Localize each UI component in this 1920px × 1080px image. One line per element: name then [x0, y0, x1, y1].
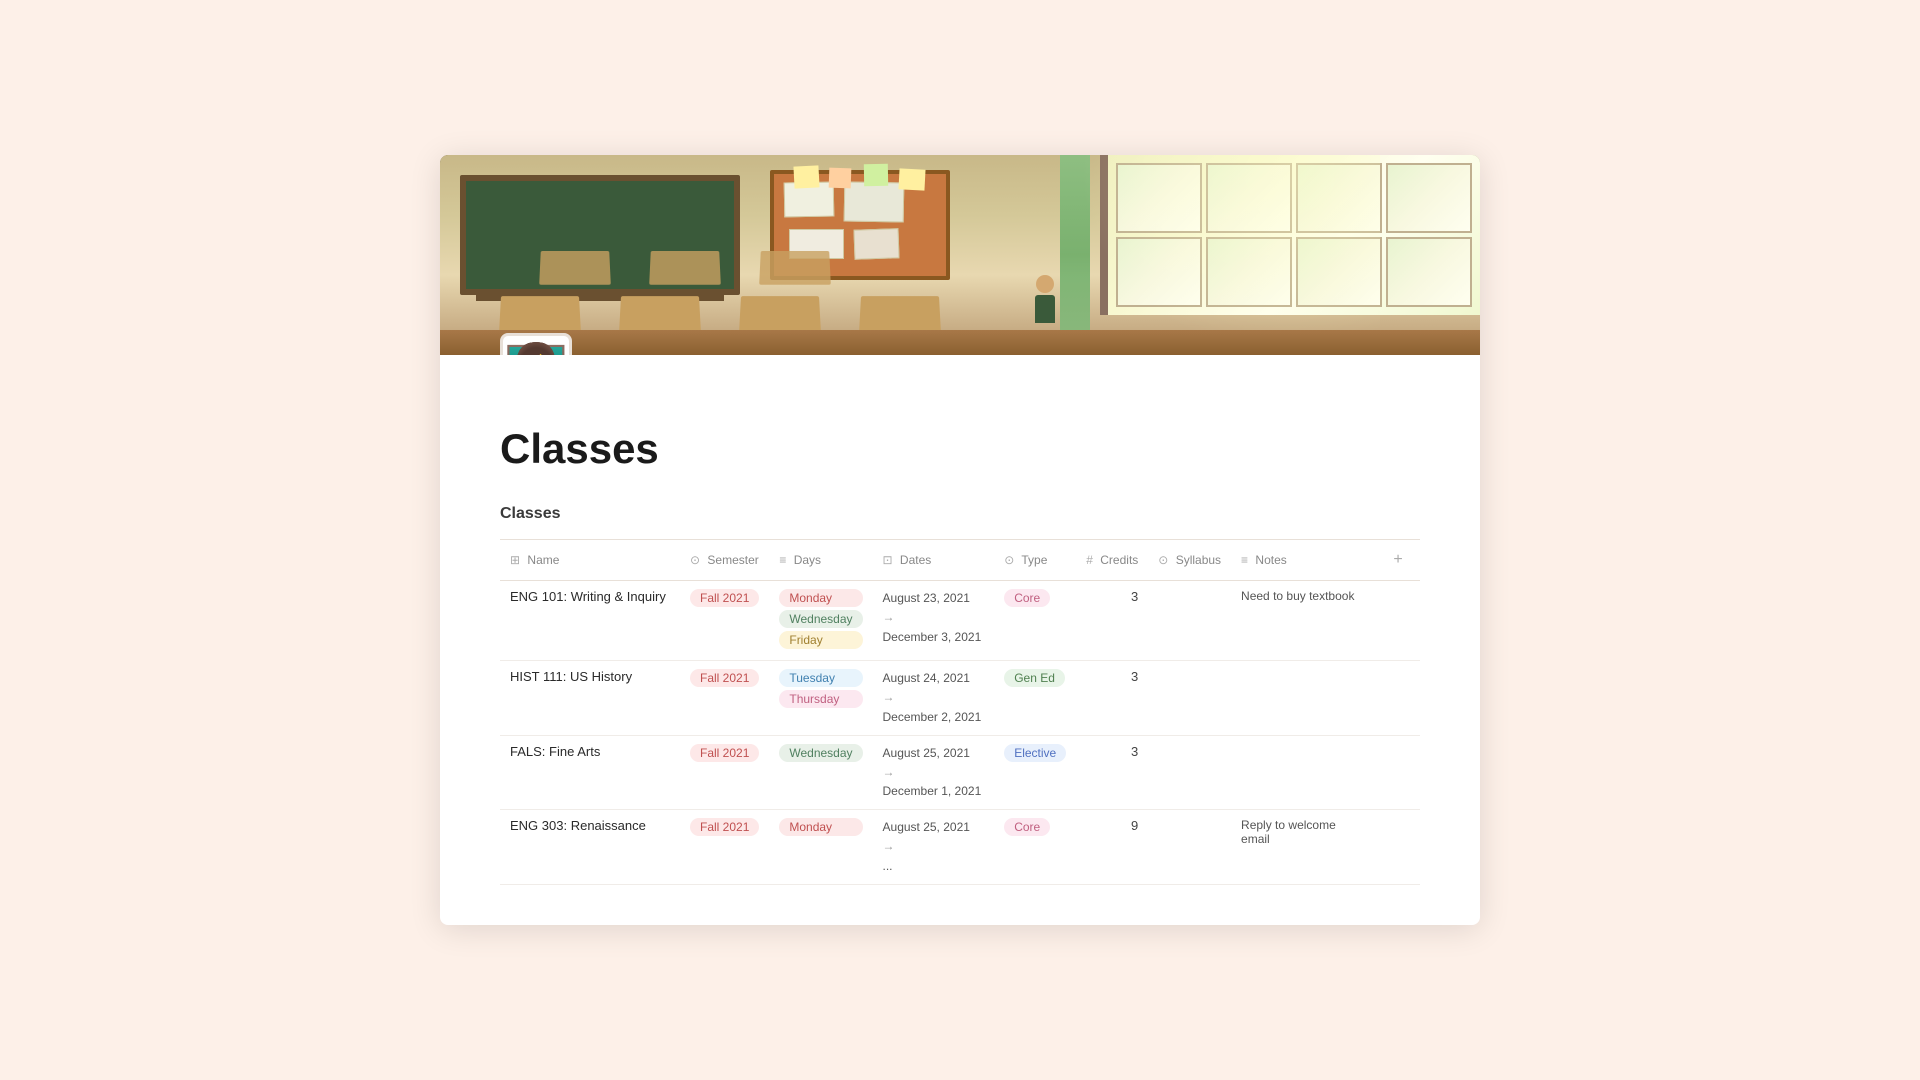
cell-notes: Reply to welcome email — [1231, 810, 1376, 885]
page-title: Classes — [500, 425, 1420, 473]
col-header-type[interactable]: ⊙ Type — [994, 540, 1076, 581]
section-title: Classes — [500, 505, 1420, 523]
desk-decoration — [649, 251, 721, 285]
table-row[interactable]: ENG 101: Writing & InquiryFall 2021Monda… — [500, 581, 1420, 661]
col-add-button-cell: + — [1376, 540, 1420, 581]
type-col-icon: ⊙ — [1004, 553, 1014, 567]
cell-semester: Fall 2021 — [680, 735, 769, 810]
table-row[interactable]: FALS: Fine ArtsFall 2021WednesdayAugust … — [500, 735, 1420, 810]
cell-semester: Fall 2021 — [680, 581, 769, 661]
cell-semester: Fall 2021 — [680, 661, 769, 736]
cell-dates: August 23, 2021 →December 3, 2021 — [873, 581, 995, 661]
col-header-semester[interactable]: ⊙ Semester — [680, 540, 769, 581]
cell-days: Wednesday — [769, 735, 872, 810]
cell-name: ENG 101: Writing & Inquiry — [500, 581, 680, 661]
classes-table: ⊞ Name ⊙ Semester ≡ Days ⊡ — [500, 539, 1420, 885]
cell-syllabus — [1148, 735, 1231, 810]
cell-dates: August 25, 2021 →December 1, 2021 — [873, 735, 995, 810]
col-header-dates[interactable]: ⊡ Dates — [873, 540, 995, 581]
col-header-days[interactable]: ≡ Days — [769, 540, 872, 581]
table-header-row: ⊞ Name ⊙ Semester ≡ Days ⊡ — [500, 540, 1420, 581]
cell-dates: August 25, 2021 →... — [873, 810, 995, 885]
cell-credits: 3 — [1076, 735, 1148, 810]
credits-col-icon: # — [1086, 553, 1093, 567]
cell-notes — [1231, 661, 1376, 736]
col-header-name[interactable]: ⊞ Name — [500, 540, 680, 581]
cell-days: TuesdayThursday — [769, 661, 872, 736]
cell-credits: 3 — [1076, 661, 1148, 736]
cell-semester: Fall 2021 — [680, 810, 769, 885]
desk-decoration — [759, 251, 831, 285]
col-header-notes[interactable]: ≡ Notes — [1231, 540, 1376, 581]
cell-name: HIST 111: US History — [500, 661, 680, 736]
cell-type: Core — [994, 810, 1076, 885]
table-body: ENG 101: Writing & InquiryFall 2021Monda… — [500, 581, 1420, 885]
cell-name: ENG 303: Renaissance — [500, 810, 680, 885]
cell-type: Gen Ed — [994, 661, 1076, 736]
page-container: 👩‍🏫 Classes Classes ⊞ Name ⊙ Semester — [440, 155, 1480, 925]
classes-table-wrapper: ⊞ Name ⊙ Semester ≡ Days ⊡ — [500, 539, 1420, 885]
floor-decoration — [440, 330, 1480, 355]
cell-days: Monday — [769, 810, 872, 885]
table-row[interactable]: HIST 111: US HistoryFall 2021TuesdayThur… — [500, 661, 1420, 736]
page-emoji-icon[interactable]: 👩‍🏫 — [500, 333, 572, 355]
cell-days: MondayWednesdayFriday — [769, 581, 872, 661]
windows-decoration — [1100, 155, 1480, 315]
header-banner: 👩‍🏫 — [440, 155, 1480, 355]
cell-name: FALS: Fine Arts — [500, 735, 680, 810]
notes-col-icon: ≡ — [1241, 553, 1248, 567]
cell-type: Elective — [994, 735, 1076, 810]
cell-type: Core — [994, 581, 1076, 661]
desk-decoration — [539, 251, 611, 285]
col-header-credits[interactable]: # Credits — [1076, 540, 1148, 581]
student-figure — [1030, 275, 1060, 335]
cell-dates: August 24, 2021 →December 2, 2021 — [873, 661, 995, 736]
cell-syllabus — [1148, 810, 1231, 885]
cell-credits: 9 — [1076, 810, 1148, 885]
add-column-button[interactable]: + — [1386, 548, 1410, 572]
cell-credits: 3 — [1076, 581, 1148, 661]
cell-notes: Need to buy textbook — [1231, 581, 1376, 661]
cell-syllabus — [1148, 661, 1231, 736]
semester-col-icon: ⊙ — [690, 553, 700, 567]
content-area: Classes Classes ⊞ Name ⊙ Semester — [440, 355, 1480, 925]
name-col-icon: ⊞ — [510, 553, 520, 567]
col-header-syllabus[interactable]: ⊙ Syllabus — [1148, 540, 1231, 581]
days-col-icon: ≡ — [779, 553, 786, 567]
syllabus-col-icon: ⊙ — [1158, 553, 1168, 567]
cell-notes — [1231, 735, 1376, 810]
table-row[interactable]: ENG 303: RenaissanceFall 2021MondayAugus… — [500, 810, 1420, 885]
dates-col-icon: ⊡ — [883, 553, 893, 567]
curtain-decoration — [1060, 155, 1090, 355]
cell-syllabus — [1148, 581, 1231, 661]
